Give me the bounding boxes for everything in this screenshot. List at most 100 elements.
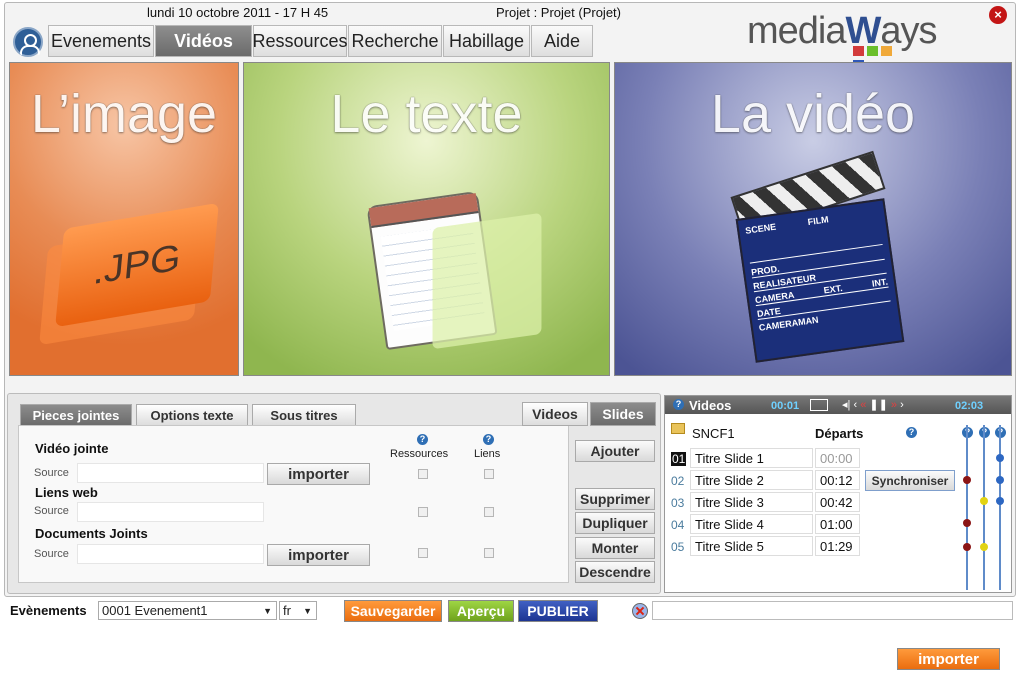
next-icon[interactable]: › xyxy=(900,399,904,411)
checkbox-ressources-docs[interactable] xyxy=(418,548,428,558)
tab-recherche[interactable]: Recherche xyxy=(348,25,442,57)
folder-icon xyxy=(671,423,685,434)
current-date: lundi 10 octobre 2011 - 17 H 45 xyxy=(147,5,329,20)
delete-button[interactable]: Supprimer xyxy=(575,488,655,510)
total-time: 02:03 xyxy=(955,400,984,412)
checkbox-ressources-liens[interactable] xyxy=(418,507,428,517)
slide-title-3[interactable]: Titre Slide 3 xyxy=(690,492,813,512)
link-source-input[interactable] xyxy=(77,502,264,522)
fullscreen-icon[interactable] xyxy=(810,399,828,411)
help-icon-liens[interactable]: ? xyxy=(483,434,494,445)
slide-title-2[interactable]: Titre Slide 2 xyxy=(690,470,813,490)
project-label: Projet : Projet (Projet) xyxy=(496,5,621,20)
source-label-2: Source xyxy=(34,505,69,517)
duplicate-button[interactable]: Dupliquer xyxy=(575,512,655,534)
language-select[interactable]: fr ▼ xyxy=(279,601,317,620)
move-up-button[interactable]: Monter xyxy=(575,537,655,559)
subtab-options-texte[interactable]: Options texte xyxy=(136,404,248,426)
checkbox-liens-video[interactable] xyxy=(484,469,494,479)
import-video-button[interactable]: importer xyxy=(267,463,370,485)
slide-title-1[interactable]: Titre Slide 1 xyxy=(690,448,813,468)
slide-number-2: 02 xyxy=(671,474,685,488)
move-down-button[interactable]: Descendre xyxy=(575,561,655,583)
checkbox-liens-liens[interactable] xyxy=(484,507,494,517)
source-label-1: Source xyxy=(34,467,69,479)
import-document-button[interactable]: importer xyxy=(267,544,370,566)
evenements-label: Evènements xyxy=(10,603,87,618)
panel-image-title: L’image xyxy=(30,84,218,144)
panel-video[interactable]: La vidéo SCENE FILM PROD. REALISATEUR CAM… xyxy=(614,62,1012,376)
player-controls[interactable]: ◂| ‹ « ❚❚ » › xyxy=(842,398,904,411)
panel-video-title: La vidéo xyxy=(710,84,916,144)
slide-time-5[interactable]: 01:29 xyxy=(815,536,860,556)
forward-icon[interactable]: » xyxy=(891,399,897,411)
slide-time-2[interactable]: 00:12 xyxy=(815,470,860,490)
marker-dot[interactable] xyxy=(996,497,1004,505)
add-button[interactable]: Ajouter xyxy=(575,440,655,462)
status-field[interactable] xyxy=(652,601,1013,620)
panel-text[interactable]: Le texte xyxy=(243,62,610,376)
slide-time-3[interactable]: 00:42 xyxy=(815,492,860,512)
checkbox-liens-docs[interactable] xyxy=(484,548,494,558)
timeline-track-1 xyxy=(966,425,968,590)
subtab-pieces-jointes[interactable]: Pieces jointes xyxy=(20,404,132,426)
pause-icon[interactable]: ❚❚ xyxy=(869,399,887,411)
slide-number-3: 03 xyxy=(671,496,685,510)
preview-button[interactable]: Aperçu xyxy=(448,600,514,622)
marker-dot[interactable] xyxy=(963,476,971,484)
document-source-input[interactable] xyxy=(77,544,264,564)
liens-web-label: Liens web xyxy=(35,485,98,500)
notepad-page xyxy=(432,212,542,350)
departs-label: Départs xyxy=(815,426,864,441)
mediaways-logo: mediaWays xyxy=(747,10,938,52)
prev-icon[interactable]: ‹ xyxy=(853,399,857,411)
marker-dot[interactable] xyxy=(963,543,971,551)
help-icon-departs[interactable]: ? xyxy=(906,427,917,438)
event-select[interactable]: 0001 Evenement1 ▼ xyxy=(98,601,277,620)
tab-habillage[interactable]: Habillage xyxy=(443,25,530,57)
help-icon-ressources[interactable]: ? xyxy=(417,434,428,445)
folder-name: SNCF1 xyxy=(688,423,805,443)
tab-slides-media[interactable]: Slides xyxy=(590,402,656,426)
marker-dot[interactable] xyxy=(996,454,1004,462)
save-button[interactable]: Sauvegarder xyxy=(344,600,442,622)
tab-evenements[interactable]: Evenements xyxy=(48,25,154,57)
rewind-icon[interactable]: « xyxy=(860,399,866,411)
panel-image[interactable]: L’image .JPG xyxy=(9,62,239,376)
tab-aide[interactable]: Aide xyxy=(531,25,593,57)
tab-videos[interactable]: Vidéos xyxy=(155,25,252,57)
source-label-3: Source xyxy=(34,548,69,560)
chevron-down-icon: ▼ xyxy=(263,605,272,616)
tab-videos-media[interactable]: Videos xyxy=(522,402,588,426)
video-source-input[interactable] xyxy=(77,463,264,483)
slide-time-1[interactable]: 00:00 xyxy=(815,448,860,468)
checkbox-ressources-video[interactable] xyxy=(418,469,428,479)
current-time: 00:01 xyxy=(771,400,800,412)
marker-dot[interactable] xyxy=(980,497,988,505)
video-jointe-label: Vidéo jointe xyxy=(35,441,109,456)
clapperboard-icon: SCENE FILM PROD. REALISATEUR CAMERA EXT. IN… xyxy=(735,198,905,363)
panel-text-title: Le texte xyxy=(330,84,523,144)
ressources-column-label: Ressources xyxy=(390,448,449,460)
user-avatar-icon[interactable] xyxy=(13,27,43,57)
tab-ressources[interactable]: Ressources xyxy=(252,25,348,57)
slide-title-4[interactable]: Titre Slide 4 xyxy=(690,514,813,534)
slide-title-5[interactable]: Titre Slide 5 xyxy=(690,536,813,556)
slide-number-5: 05 xyxy=(671,540,685,554)
timeline-track-3 xyxy=(999,425,1001,590)
import-button[interactable]: importer xyxy=(897,648,1000,670)
marker-dot[interactable] xyxy=(963,519,971,527)
volume-icon[interactable]: ◂| xyxy=(842,399,850,411)
publish-button[interactable]: PUBLIER xyxy=(518,600,598,622)
cancel-icon[interactable] xyxy=(632,603,648,619)
close-icon[interactable]: × xyxy=(989,6,1007,24)
help-icon-videos[interactable]: ? xyxy=(673,399,684,410)
marker-dot[interactable] xyxy=(980,543,988,551)
subtab-sous-titres[interactable]: Sous titres xyxy=(252,404,356,426)
documents-joints-label: Documents Joints xyxy=(35,526,148,541)
marker-dot[interactable] xyxy=(996,476,1004,484)
slide-number-1: 01 xyxy=(671,452,687,466)
synchronize-button[interactable]: Synchroniser xyxy=(865,470,955,491)
slide-time-4[interactable]: 01:00 xyxy=(815,514,860,534)
logo-color-bars xyxy=(853,45,901,70)
